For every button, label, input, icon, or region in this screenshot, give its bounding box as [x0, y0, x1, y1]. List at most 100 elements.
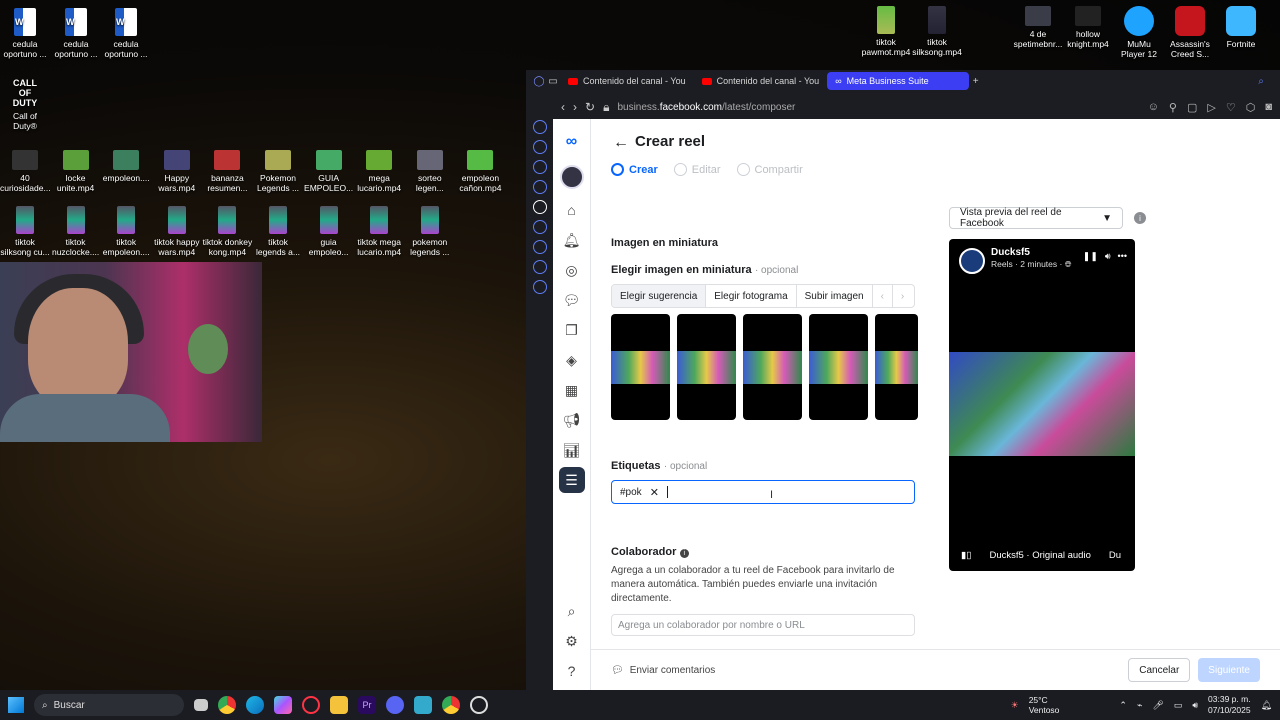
desktop-icon[interactable]: MuMu Player 12	[1114, 6, 1164, 59]
settings-gear-icon[interactable]: ⚙	[559, 628, 585, 654]
notifications-bell-icon[interactable]: 🔔︎	[559, 227, 585, 253]
more-icon[interactable]: •••	[1118, 251, 1127, 262]
desktop-icon[interactable]: tiktok silksong.mp4	[912, 6, 962, 57]
desktop-icon-call-of-duty[interactable]: CALL OF DUTY Call of Duty®	[0, 78, 50, 131]
premiere-icon[interactable]: Pr	[358, 696, 376, 714]
sidebar-icon[interactable]	[532, 280, 547, 294]
step-editar[interactable]: Editar	[673, 163, 721, 176]
notifications-icon[interactable]: 🔔︎	[1261, 700, 1272, 711]
tags-input[interactable]: #pok ✕	[611, 480, 915, 504]
play-icon[interactable]: ▷	[1207, 101, 1215, 114]
close-icon[interactable]: ✕	[650, 486, 659, 499]
option-elegir-sugerencia[interactable]: Elegir sugerencia	[612, 285, 707, 307]
desktop-icon[interactable]: Happy wars.mp4	[152, 150, 202, 193]
desktop-icon[interactable]: Assassin's Creed S...	[1165, 6, 1215, 59]
chrome-icon[interactable]	[442, 696, 460, 714]
inbox-icon[interactable]: 💬︎	[559, 287, 585, 313]
new-tab-plus-icon[interactable]: +	[969, 74, 983, 88]
desktop-icon[interactable]: mega lucario.mp4	[354, 150, 404, 193]
taskbar-search[interactable]: ⌕ Buscar	[34, 694, 184, 716]
discord-icon[interactable]	[386, 696, 404, 714]
tab-youtube-1[interactable]: Contenido del canal - You	[560, 72, 694, 90]
desktop-icon[interactable]: bananza resumen...	[202, 150, 252, 193]
snapshot-icon[interactable]: ▢	[1187, 101, 1197, 114]
sidebar-icon[interactable]	[532, 240, 547, 254]
task-view-icon[interactable]	[194, 699, 208, 711]
thumbnail-frame[interactable]	[743, 314, 802, 420]
profile-icon[interactable]: ◙	[1265, 101, 1272, 114]
chevron-right-icon[interactable]: ›	[892, 285, 913, 307]
sidebar-icon[interactable]	[532, 180, 547, 194]
tab-overview-icon[interactable]: ▭	[546, 74, 560, 88]
forward-icon[interactable]: ›	[573, 100, 577, 114]
cancel-button[interactable]: Cancelar	[1128, 658, 1191, 682]
display-icon[interactable]: ▭	[1174, 700, 1183, 711]
desktop-icon[interactable]: guia empoleo...	[304, 206, 354, 257]
pause-icon[interactable]: ❚❚	[1083, 251, 1098, 262]
ads-icon[interactable]: ◈	[559, 347, 585, 373]
desktop-icon[interactable]: tiktok legends a...	[253, 206, 303, 257]
insights-icon[interactable]: 📊︎	[559, 437, 585, 463]
network-icon[interactable]: ⌁	[1137, 700, 1142, 711]
microphone-icon[interactable]: 🎤︎	[1152, 700, 1163, 711]
home-icon[interactable]: ⌂	[559, 197, 585, 223]
copilot-icon[interactable]	[274, 696, 292, 714]
desktop-icon-cedula-1[interactable]: cedula oportuno ...	[0, 8, 50, 59]
desktop-icon[interactable]: Pokemon Legends ...	[253, 150, 303, 193]
extensions-icon[interactable]: ⬡	[1246, 101, 1256, 114]
info-icon[interactable]: i	[679, 549, 689, 558]
content-icon[interactable]: ❐	[559, 317, 585, 343]
desktop-icon[interactable]: sorteo legen...	[405, 150, 455, 193]
desktop-icon[interactable]: tiktok mega lucario.mp4	[354, 206, 404, 257]
heart-icon[interactable]: ♡	[1226, 101, 1236, 114]
desktop-icon[interactable]: tiktok empoleon....	[101, 206, 151, 257]
search-icon[interactable]: ⌕	[1254, 74, 1268, 88]
desktop-icon[interactable]: 4 de spetimebnr...	[1013, 6, 1063, 49]
url-field[interactable]: business.facebook.com/latest/composer	[617, 102, 795, 113]
step-crear[interactable]: Crear	[611, 163, 658, 176]
chrome-alt-icon[interactable]	[218, 696, 236, 714]
weather-widget[interactable]: 25°C Ventoso	[1029, 695, 1060, 715]
thumbnail-frame[interactable]	[677, 314, 736, 420]
sidebar-icon[interactable]	[532, 160, 547, 174]
preview-select[interactable]: Vista previa del reel de Facebook ▼	[949, 207, 1123, 229]
thumbnail-frame[interactable]	[809, 314, 868, 420]
chevron-up-icon[interactable]: ⌃	[1119, 700, 1127, 711]
edge-icon[interactable]	[246, 696, 264, 714]
opera-gx-icon[interactable]	[302, 696, 320, 714]
desktop-icon[interactable]: empoleon....	[101, 150, 151, 183]
volume-icon[interactable]: 🔊︎	[1105, 251, 1111, 262]
desktop-icon[interactable]: locke unite.mp4	[51, 150, 101, 193]
pin-icon[interactable]: ⚲	[1169, 101, 1177, 114]
desktop-icon[interactable]: Fortnite	[1216, 6, 1266, 49]
app-icon[interactable]	[414, 696, 432, 714]
info-icon[interactable]: i	[1134, 212, 1146, 224]
desktop-icon[interactable]: tiktok happy wars.mp4	[152, 206, 202, 257]
file-explorer-icon[interactable]	[330, 696, 348, 714]
desktop-icon[interactable]: tiktok donkey kong.mp4	[202, 206, 252, 257]
chevron-left-icon[interactable]: ‹	[872, 285, 893, 307]
sidebar-icon[interactable]	[532, 260, 547, 274]
sidebar-icon[interactable]	[532, 220, 547, 234]
tab-meta-business-suite[interactable]: ∞ Meta Business Suite	[827, 72, 969, 90]
meta-logo-icon[interactable]: ∞	[566, 133, 577, 151]
desktop-icon[interactable]: tiktok pawmot.mp4	[861, 6, 911, 57]
desktop-icon[interactable]: empoleon cañon.mp4	[455, 150, 505, 193]
steam-icon[interactable]	[470, 696, 488, 714]
activity-icon[interactable]: ◎	[559, 257, 585, 283]
desktop-icon[interactable]: GUIA EMPOLEO...	[304, 150, 354, 193]
windows-start-icon[interactable]	[8, 697, 24, 713]
desktop-icon-cedula-2[interactable]: cedula oportuno ...	[51, 8, 101, 59]
desktop-icon[interactable]: tiktok nuzclocke....	[51, 206, 101, 257]
option-elegir-fotograma[interactable]: Elegir fotograma	[706, 285, 797, 307]
desktop-icon-cedula-3[interactable]: cedula oportuno ...	[101, 8, 151, 59]
sidebar-icon[interactable]	[532, 140, 547, 154]
sidebar-icon[interactable]	[532, 120, 547, 134]
emoji-icon[interactable]: ☺	[1148, 101, 1159, 114]
next-button[interactable]: Siguiente	[1198, 658, 1260, 682]
desktop-icon[interactable]: hollow knight.mp4	[1063, 6, 1113, 49]
tab-youtube-2[interactable]: Contenido del canal - You	[694, 72, 828, 90]
help-icon[interactable]: ?	[559, 658, 585, 684]
volume-icon[interactable]: 🔊︎	[1192, 700, 1198, 711]
thumbnail-frame[interactable]	[875, 314, 918, 420]
